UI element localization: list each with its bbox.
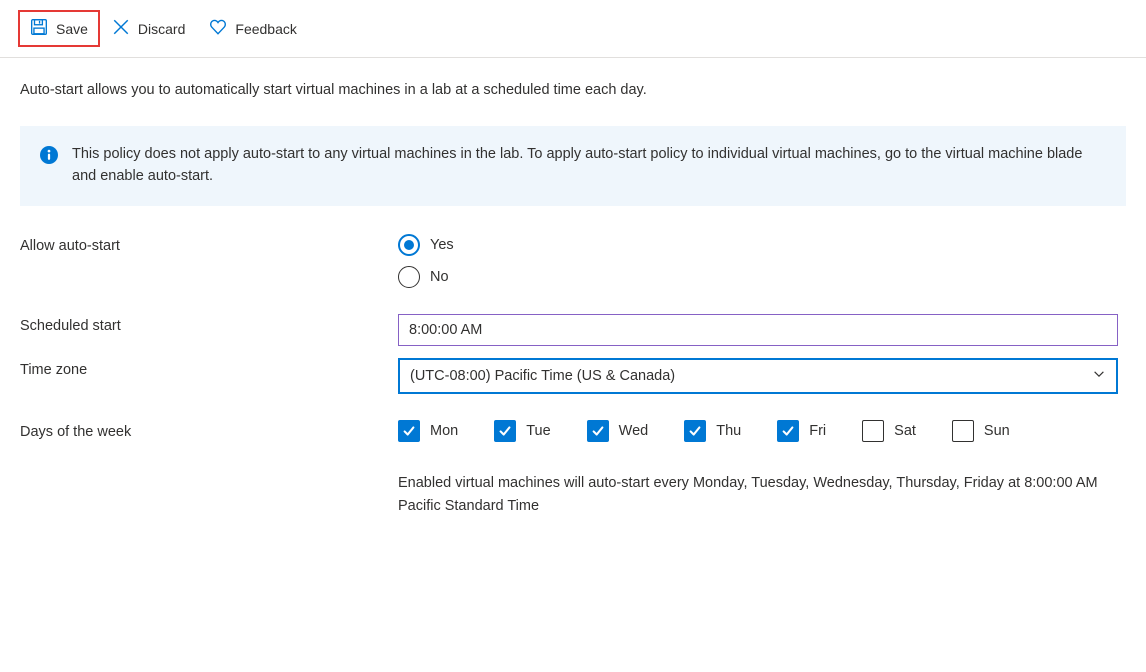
radio-yes-label: Yes bbox=[430, 237, 454, 253]
day-checkbox-sun[interactable]: Sun bbox=[952, 420, 1010, 442]
day-label: Thu bbox=[716, 423, 741, 439]
day-label: Fri bbox=[809, 423, 826, 439]
checkbox-icon bbox=[684, 420, 706, 442]
days-of-week-row: Days of the week Mon Tue Wed Thu Fri Sat Sun bbox=[20, 420, 1126, 442]
discard-button[interactable]: Discard bbox=[102, 12, 195, 45]
timezone-row: Time zone (UTC-08:00) Pacific Time (US &… bbox=[20, 358, 1126, 394]
checkbox-icon bbox=[494, 420, 516, 442]
scheduled-start-input[interactable] bbox=[398, 314, 1118, 346]
checkbox-icon bbox=[587, 420, 609, 442]
discard-label: Discard bbox=[138, 21, 185, 37]
allow-autostart-radio-group: Yes No bbox=[398, 234, 1126, 288]
scheduled-start-label: Scheduled start bbox=[20, 314, 398, 334]
allow-autostart-row: Allow auto-start Yes No bbox=[20, 234, 1126, 288]
checkbox-icon bbox=[952, 420, 974, 442]
save-button[interactable]: Save bbox=[20, 12, 98, 45]
radio-icon bbox=[398, 266, 420, 288]
feedback-button[interactable]: Feedback bbox=[199, 12, 306, 45]
info-banner: This policy does not apply auto-start to… bbox=[20, 126, 1126, 206]
allow-yes-radio[interactable]: Yes bbox=[398, 234, 1126, 256]
day-label: Sat bbox=[894, 423, 916, 439]
days-container: Mon Tue Wed Thu Fri Sat Sun bbox=[398, 420, 1126, 442]
timezone-value: (UTC-08:00) Pacific Time (US & Canada) bbox=[410, 368, 675, 384]
day-checkbox-fri[interactable]: Fri bbox=[777, 420, 826, 442]
day-checkbox-tue[interactable]: Tue bbox=[494, 420, 550, 442]
radio-no-label: No bbox=[430, 269, 449, 285]
feedback-label: Feedback bbox=[235, 21, 296, 37]
allow-no-radio[interactable]: No bbox=[398, 266, 1126, 288]
day-label: Sun bbox=[984, 423, 1010, 439]
day-label: Mon bbox=[430, 423, 458, 439]
schedule-summary: Enabled virtual machines will auto-start… bbox=[398, 472, 1098, 518]
days-of-week-label: Days of the week bbox=[20, 420, 398, 440]
save-label: Save bbox=[56, 21, 88, 37]
checkbox-icon bbox=[862, 420, 884, 442]
checkbox-icon bbox=[398, 420, 420, 442]
chevron-down-icon bbox=[1092, 367, 1106, 385]
day-checkbox-sat[interactable]: Sat bbox=[862, 420, 916, 442]
radio-icon bbox=[398, 234, 420, 256]
content-area: Auto-start allows you to automatically s… bbox=[0, 58, 1146, 542]
checkbox-icon bbox=[777, 420, 799, 442]
info-text: This policy does not apply auto-start to… bbox=[72, 144, 1106, 188]
close-icon bbox=[112, 18, 130, 39]
day-checkbox-wed[interactable]: Wed bbox=[587, 420, 649, 442]
info-icon bbox=[40, 146, 58, 167]
scheduled-start-row: Scheduled start bbox=[20, 314, 1126, 346]
page-description: Auto-start allows you to automatically s… bbox=[20, 82, 1126, 98]
day-label: Tue bbox=[526, 423, 550, 439]
timezone-label: Time zone bbox=[20, 358, 398, 378]
day-label: Wed bbox=[619, 423, 649, 439]
allow-autostart-label: Allow auto-start bbox=[20, 234, 398, 254]
day-checkbox-mon[interactable]: Mon bbox=[398, 420, 458, 442]
toolbar: Save Discard Feedback bbox=[0, 0, 1146, 58]
save-icon bbox=[30, 18, 48, 39]
day-checkbox-thu[interactable]: Thu bbox=[684, 420, 741, 442]
heart-icon bbox=[209, 18, 227, 39]
timezone-dropdown[interactable]: (UTC-08:00) Pacific Time (US & Canada) bbox=[398, 358, 1118, 394]
